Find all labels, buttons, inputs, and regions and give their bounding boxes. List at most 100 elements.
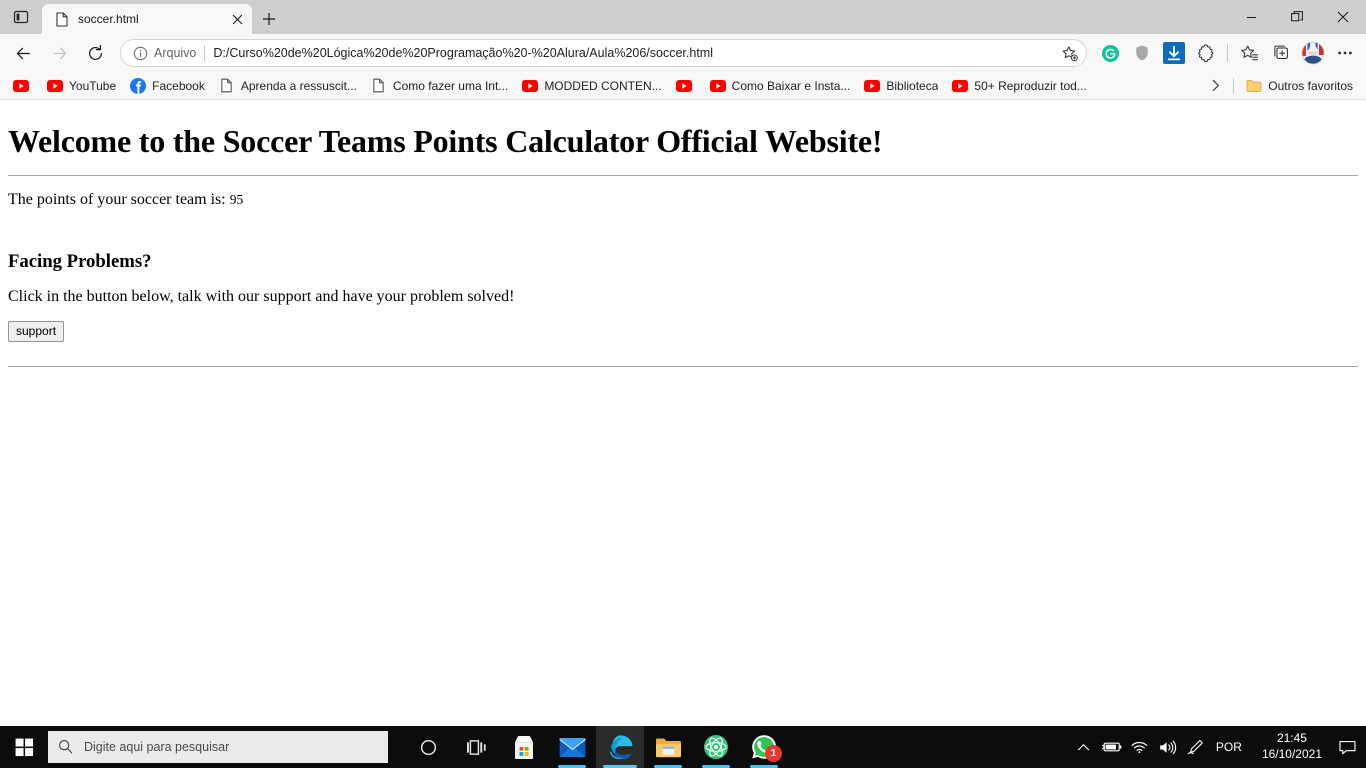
bookmark-item[interactable]	[6, 76, 40, 96]
star-plus-icon	[1062, 45, 1078, 61]
other-favorites-label: Outros favoritos	[1268, 78, 1353, 93]
bookmark-item[interactable]: 50+ Reproduzir tod...	[945, 76, 1093, 96]
restore-button[interactable]	[1274, 0, 1320, 34]
language-indicator[interactable]: POR	[1210, 740, 1254, 754]
page-title: Welcome to the Soccer Teams Points Calcu…	[8, 123, 883, 159]
windows-logo-icon	[15, 738, 33, 756]
address-bar[interactable]: Arquivo D:/Curso%20de%20Lógica%20de%20Pr…	[120, 39, 1087, 67]
facebook-icon	[130, 77, 147, 94]
notifications-button[interactable]	[1330, 726, 1364, 768]
other-favorites-button[interactable]: Outros favoritos	[1239, 76, 1360, 96]
bookmarks-bar: YouTube Facebook Aprenda a ressuscit...	[0, 72, 1366, 100]
new-tab-button[interactable]	[252, 4, 286, 34]
clock-time: 21:45	[1276, 731, 1307, 746]
bookmark-label: 50+ Reproduzir tod...	[974, 78, 1087, 93]
web-page-content: Welcome to the Soccer Teams Points Calcu…	[0, 100, 1366, 383]
bookmark-item[interactable]: Aprenda a ressuscit...	[212, 76, 364, 96]
youtube-icon	[952, 78, 969, 94]
bookmark-label: Biblioteca	[886, 78, 939, 93]
extensions-icon[interactable]	[1191, 38, 1221, 68]
tab-actions-menu-button[interactable]	[0, 0, 42, 34]
taskbar-item-mail[interactable]	[548, 726, 596, 768]
bookmark-item[interactable]: MODDED CONTEN...	[515, 76, 668, 96]
wifi-icon[interactable]	[1126, 726, 1154, 768]
forward-button[interactable]	[42, 37, 76, 69]
start-button[interactable]	[0, 726, 48, 768]
bookmark-label: Facebook	[152, 78, 205, 93]
problems-heading: Facing Problems?	[8, 251, 152, 273]
search-input[interactable]: Digite aqui para pesquisar	[48, 731, 388, 763]
youtube-icon	[522, 78, 539, 94]
taskbar-item-atom[interactable]	[692, 726, 740, 768]
info-icon	[131, 44, 149, 62]
bookmark-item[interactable]: YouTube	[40, 76, 123, 96]
refresh-icon	[88, 44, 102, 60]
show-hidden-icons-button[interactable]	[1070, 726, 1098, 768]
file-explorer-icon	[655, 737, 681, 757]
points-label: The points of your soccer team is:	[8, 191, 226, 209]
bookmark-item[interactable]	[669, 76, 703, 96]
browser-tab[interactable]: soccer.html	[42, 4, 252, 34]
settings-more-icon[interactable]	[1330, 38, 1360, 68]
collections-icon[interactable]	[1266, 38, 1296, 68]
problems-text: Click in the button below, talk with our…	[8, 288, 515, 306]
bookmark-label: Como fazer uma Int...	[392, 78, 509, 93]
document-icon	[54, 11, 70, 27]
back-button[interactable]	[6, 37, 40, 69]
taskbar-item-task-view[interactable]	[452, 726, 500, 768]
taskbar-item-cortana[interactable]	[404, 726, 452, 768]
restore-icon	[1291, 11, 1303, 22]
close-icon	[1337, 11, 1349, 23]
navigation-toolbar: Arquivo D:/Curso%20de%20Lógica%20de%20Pr…	[0, 34, 1366, 72]
mail-icon	[558, 737, 586, 757]
taskbar-item-microsoft-store[interactable]	[500, 726, 548, 768]
profile-avatar[interactable]	[1298, 38, 1328, 68]
window-controls	[1228, 0, 1366, 34]
taskbar-item-file-explorer[interactable]	[644, 726, 692, 768]
youtube-icon	[13, 78, 29, 94]
bookmark-item[interactable]: Facebook	[123, 76, 212, 96]
bookmark-item[interactable]: Biblioteca	[857, 76, 945, 96]
task-view-icon	[466, 739, 486, 755]
youtube-icon	[47, 78, 63, 94]
microsoft-store-icon	[515, 735, 533, 759]
youtube-icon	[709, 78, 726, 94]
url-text[interactable]: D:/Curso%20de%20Lógica%20de%20Programaçã…	[213, 46, 1056, 60]
content-spacer-bottom	[8, 342, 1358, 358]
taskbar-item-microsoft-edge[interactable]	[596, 726, 644, 768]
search-icon	[58, 739, 74, 755]
clock[interactable]: 21:45 16/10/2021	[1254, 726, 1330, 768]
pen-workspace-icon[interactable]	[1182, 726, 1210, 768]
add-favorite-button[interactable]	[1056, 41, 1082, 65]
minimize-button[interactable]	[1228, 0, 1274, 34]
arrow-right-icon	[52, 47, 66, 59]
bookmark-item[interactable]: Como fazer uma Int...	[364, 76, 515, 96]
battery-icon[interactable]	[1098, 726, 1126, 768]
refresh-button[interactable]	[78, 37, 112, 69]
download-icon[interactable]	[1159, 38, 1189, 68]
volume-icon[interactable]	[1154, 726, 1182, 768]
plus-icon	[263, 13, 275, 25]
close-button[interactable]	[1320, 0, 1366, 34]
points-value: 95	[229, 192, 244, 208]
omnibox-divider	[204, 45, 206, 61]
arrow-left-icon	[16, 47, 30, 59]
horizontal-rule-top	[8, 175, 1358, 177]
close-icon[interactable]	[228, 10, 246, 28]
horizontal-rule-bottom	[8, 366, 1358, 368]
taskbar-item-whatsapp[interactable]: 1	[740, 726, 788, 768]
tab-layout-icon	[13, 10, 29, 24]
bookmark-label: YouTube	[69, 78, 117, 93]
youtube-icon	[864, 78, 881, 94]
grammarly-icon[interactable]	[1095, 38, 1125, 68]
shield-icon[interactable]	[1127, 38, 1157, 68]
bookmark-label: Como Baixar e Insta...	[731, 78, 851, 93]
bookmark-item[interactable]: Como Baixar e Insta...	[703, 76, 858, 96]
support-button[interactable]: support	[8, 320, 65, 343]
notification-badge: 1	[765, 745, 782, 762]
tab-title: soccer.html	[78, 12, 139, 26]
bookmark-label: MODDED CONTEN...	[544, 78, 662, 93]
cortana-icon	[420, 739, 436, 755]
chevron-right-icon[interactable]	[1202, 74, 1228, 98]
favorites-icon[interactable]	[1234, 38, 1264, 68]
